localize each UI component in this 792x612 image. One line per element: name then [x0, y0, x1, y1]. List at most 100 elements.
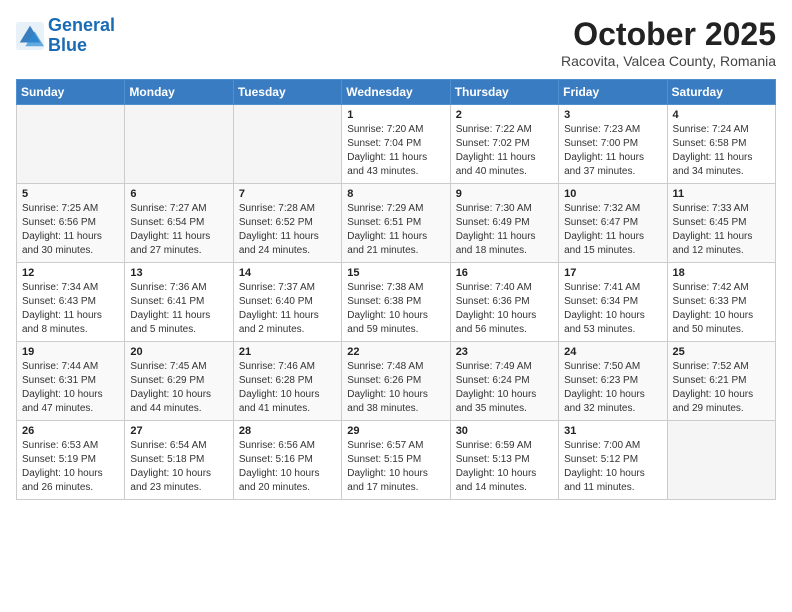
- day-info: Sunrise: 7:27 AM Sunset: 6:54 PM Dayligh…: [130, 202, 227, 258]
- logo-icon: [16, 22, 44, 50]
- day-info: Sunrise: 7:36 AM Sunset: 6:41 PM Dayligh…: [130, 281, 227, 337]
- day-info: Sunrise: 7:20 AM Sunset: 7:04 PM Dayligh…: [347, 123, 444, 179]
- calendar-cell: 26Sunrise: 6:53 AM Sunset: 5:19 PM Dayli…: [17, 421, 125, 500]
- weekday-header-wednesday: Wednesday: [342, 80, 450, 105]
- calendar-cell: [667, 421, 775, 500]
- day-number: 8: [347, 188, 444, 200]
- page-header: General Blue October 2025 Racovita, Valc…: [16, 16, 776, 69]
- weekday-header-tuesday: Tuesday: [233, 80, 341, 105]
- calendar-cell: 21 Sunrise: 7:46 AM Sunset: 6:28 PM Dayli…: [233, 342, 341, 421]
- weekday-header-saturday: Saturday: [667, 80, 775, 105]
- calendar-cell: 10Sunrise: 7:32 AM Sunset: 6:47 PM Dayli…: [559, 184, 667, 263]
- day-number: 6: [130, 188, 227, 200]
- day-info: Sunrise: 7:49 AM Sunset: 6:24 PM Dayligh…: [456, 360, 553, 416]
- weekday-header-sunday: Sunday: [17, 80, 125, 105]
- day-info: Sunrise: 7:22 AM Sunset: 7:02 PM Dayligh…: [456, 123, 553, 179]
- day-number: 15: [347, 267, 444, 279]
- day-info: Sunrise: 6:53 AM Sunset: 5:19 PM Dayligh…: [22, 439, 119, 495]
- weekday-header-monday: Monday: [125, 80, 233, 105]
- day-info: Sunrise: 7:42 AM Sunset: 6:33 PM Dayligh…: [673, 281, 770, 337]
- calendar-cell: [17, 105, 125, 184]
- calendar-cell: 30 Sunrise: 6:59 AM Sunset: 5:13 PM Dayli…: [450, 421, 558, 500]
- day-number: 19: [22, 346, 119, 358]
- day-info: Sunrise: 6:59 AM Sunset: 5:13 PM Dayligh…: [456, 439, 553, 495]
- day-info: Sunrise: 7:24 AM Sunset: 6:58 PM Dayligh…: [673, 123, 770, 179]
- day-number: 18: [673, 267, 770, 279]
- day-number: 29: [347, 425, 444, 437]
- day-number: 16: [456, 267, 553, 279]
- day-number: 7: [239, 188, 336, 200]
- day-info: Sunrise: 7:52 AM Sunset: 6:21 PM Dayligh…: [673, 360, 770, 416]
- calendar-week-row: 26Sunrise: 6:53 AM Sunset: 5:19 PM Dayli…: [17, 421, 776, 500]
- day-info: Sunrise: 6:57 AM Sunset: 5:15 PM Dayligh…: [347, 439, 444, 495]
- weekday-header-thursday: Thursday: [450, 80, 558, 105]
- weekday-header-row: SundayMondayTuesdayWednesdayThursdayFrid…: [17, 80, 776, 105]
- calendar-cell: 25Sunrise: 7:52 AM Sunset: 6:21 PM Dayli…: [667, 342, 775, 421]
- day-number: 5: [22, 188, 119, 200]
- calendar-cell: 5 Sunrise: 7:25 AM Sunset: 6:56 PM Daylig…: [17, 184, 125, 263]
- day-info: Sunrise: 7:33 AM Sunset: 6:45 PM Dayligh…: [673, 202, 770, 258]
- calendar-cell: 12Sunrise: 7:34 AM Sunset: 6:43 PM Dayli…: [17, 263, 125, 342]
- day-info: Sunrise: 7:28 AM Sunset: 6:52 PM Dayligh…: [239, 202, 336, 258]
- calendar-cell: 9 Sunrise: 7:30 AM Sunset: 6:49 PM Daylig…: [450, 184, 558, 263]
- calendar-cell: 13 Sunrise: 7:36 AM Sunset: 6:41 PM Dayli…: [125, 263, 233, 342]
- day-info: Sunrise: 7:44 AM Sunset: 6:31 PM Dayligh…: [22, 360, 119, 416]
- calendar-cell: 18 Sunrise: 7:42 AM Sunset: 6:33 PM Dayli…: [667, 263, 775, 342]
- calendar-cell: 28Sunrise: 6:56 AM Sunset: 5:16 PM Dayli…: [233, 421, 341, 500]
- logo: General Blue: [16, 16, 115, 56]
- calendar-cell: 14Sunrise: 7:37 AM Sunset: 6:40 PM Dayli…: [233, 263, 341, 342]
- day-number: 4: [673, 109, 770, 121]
- day-number: 9: [456, 188, 553, 200]
- day-info: Sunrise: 7:46 AM Sunset: 6:28 PM Dayligh…: [239, 360, 336, 416]
- logo-general: General: [48, 15, 115, 35]
- location-subtitle: Racovita, Valcea County, Romania: [561, 53, 776, 69]
- day-number: 13: [130, 267, 227, 279]
- calendar-cell: 15Sunrise: 7:38 AM Sunset: 6:38 PM Dayli…: [342, 263, 450, 342]
- logo-text: General Blue: [48, 16, 115, 56]
- calendar-week-row: 12Sunrise: 7:34 AM Sunset: 6:43 PM Dayli…: [17, 263, 776, 342]
- day-number: 11: [673, 188, 770, 200]
- day-info: Sunrise: 7:25 AM Sunset: 6:56 PM Dayligh…: [22, 202, 119, 258]
- logo-blue: Blue: [48, 35, 87, 55]
- calendar-cell: 16 Sunrise: 7:40 AM Sunset: 6:36 PM Dayli…: [450, 263, 558, 342]
- calendar-cell: 22Sunrise: 7:48 AM Sunset: 6:26 PM Dayli…: [342, 342, 450, 421]
- calendar-cell: 7 Sunrise: 7:28 AM Sunset: 6:52 PM Daylig…: [233, 184, 341, 263]
- day-info: Sunrise: 7:00 AM Sunset: 5:12 PM Dayligh…: [564, 439, 661, 495]
- calendar-cell: 11 Sunrise: 7:33 AM Sunset: 6:45 PM Dayli…: [667, 184, 775, 263]
- day-info: Sunrise: 7:45 AM Sunset: 6:29 PM Dayligh…: [130, 360, 227, 416]
- day-number: 22: [347, 346, 444, 358]
- weekday-header-friday: Friday: [559, 80, 667, 105]
- calendar-week-row: 1 Sunrise: 7:20 AM Sunset: 7:04 PM Daylig…: [17, 105, 776, 184]
- calendar-cell: 2 Sunrise: 7:22 AM Sunset: 7:02 PM Daylig…: [450, 105, 558, 184]
- calendar-cell: 3Sunrise: 7:23 AM Sunset: 7:00 PM Daylig…: [559, 105, 667, 184]
- day-number: 28: [239, 425, 336, 437]
- calendar-cell: 29 Sunrise: 6:57 AM Sunset: 5:15 PM Dayli…: [342, 421, 450, 500]
- calendar-table: SundayMondayTuesdayWednesdayThursdayFrid…: [16, 79, 776, 500]
- calendar-cell: [125, 105, 233, 184]
- day-number: 1: [347, 109, 444, 121]
- day-number: 23: [456, 346, 553, 358]
- calendar-cell: 17Sunrise: 7:41 AM Sunset: 6:34 PM Dayli…: [559, 263, 667, 342]
- calendar-cell: 27Sunrise: 6:54 AM Sunset: 5:18 PM Dayli…: [125, 421, 233, 500]
- calendar-cell: [233, 105, 341, 184]
- day-info: Sunrise: 7:30 AM Sunset: 6:49 PM Dayligh…: [456, 202, 553, 258]
- day-number: 31: [564, 425, 661, 437]
- calendar-cell: 23 Sunrise: 7:49 AM Sunset: 6:24 PM Dayli…: [450, 342, 558, 421]
- day-info: Sunrise: 7:41 AM Sunset: 6:34 PM Dayligh…: [564, 281, 661, 337]
- calendar-cell: 1 Sunrise: 7:20 AM Sunset: 7:04 PM Daylig…: [342, 105, 450, 184]
- calendar-week-row: 5 Sunrise: 7:25 AM Sunset: 6:56 PM Daylig…: [17, 184, 776, 263]
- day-info: Sunrise: 6:54 AM Sunset: 5:18 PM Dayligh…: [130, 439, 227, 495]
- day-number: 24: [564, 346, 661, 358]
- month-title: October 2025: [561, 16, 776, 53]
- day-info: Sunrise: 7:23 AM Sunset: 7:00 PM Dayligh…: [564, 123, 661, 179]
- day-number: 30: [456, 425, 553, 437]
- day-info: Sunrise: 7:37 AM Sunset: 6:40 PM Dayligh…: [239, 281, 336, 337]
- day-info: Sunrise: 7:50 AM Sunset: 6:23 PM Dayligh…: [564, 360, 661, 416]
- day-number: 12: [22, 267, 119, 279]
- calendar-cell: 6 Sunrise: 7:27 AM Sunset: 6:54 PM Daylig…: [125, 184, 233, 263]
- day-info: Sunrise: 7:32 AM Sunset: 6:47 PM Dayligh…: [564, 202, 661, 258]
- day-info: Sunrise: 7:29 AM Sunset: 6:51 PM Dayligh…: [347, 202, 444, 258]
- day-info: Sunrise: 7:40 AM Sunset: 6:36 PM Dayligh…: [456, 281, 553, 337]
- day-number: 2: [456, 109, 553, 121]
- day-number: 21: [239, 346, 336, 358]
